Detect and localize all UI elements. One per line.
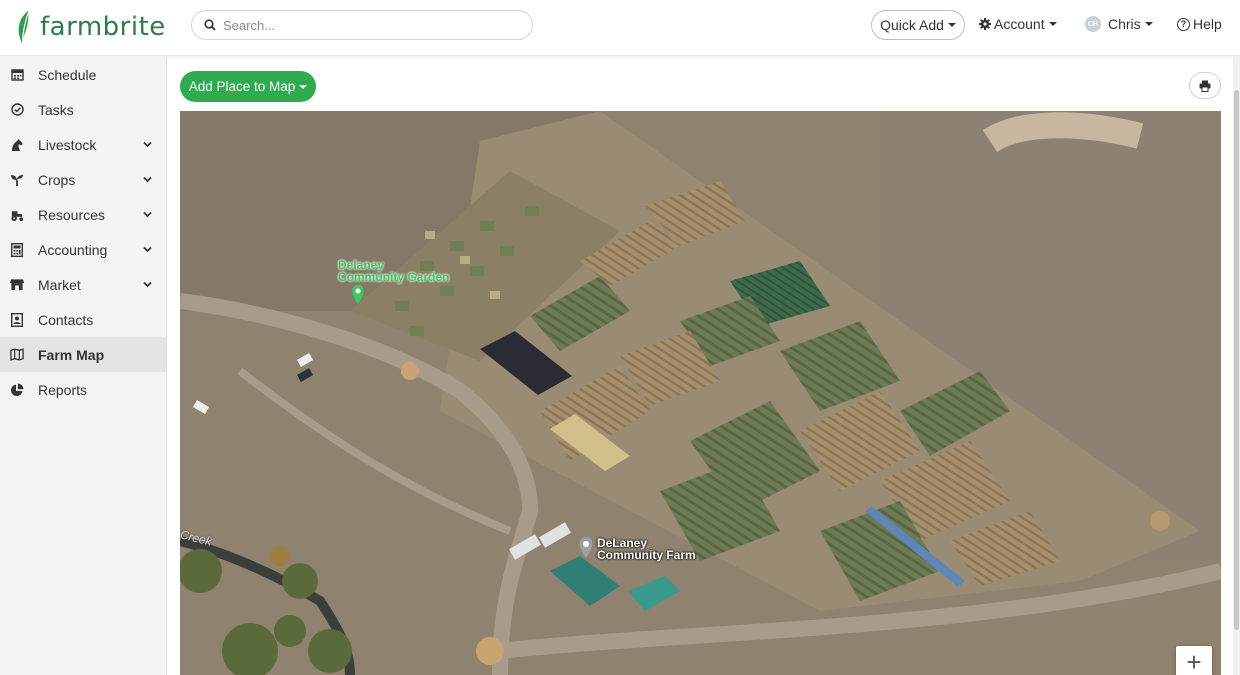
- page-scrollbar[interactable]: [1233, 56, 1240, 675]
- sidebar-item-contacts[interactable]: Contacts: [0, 302, 166, 337]
- map-icon: [10, 348, 24, 362]
- chevron-down-icon: [143, 246, 152, 253]
- horse-icon: [10, 138, 24, 152]
- sidebar-item-label: Market: [38, 276, 81, 293]
- chevron-down-icon: [143, 176, 152, 183]
- sidebar-item-farm-map[interactable]: Farm Map: [0, 337, 166, 372]
- calendar-icon: [10, 68, 24, 82]
- user-menu[interactable]: CH Chris: [1085, 16, 1153, 32]
- aerial-imagery: [180, 111, 1221, 675]
- sidebar-item-reports[interactable]: Reports: [0, 372, 166, 407]
- sidebar-item-accounting[interactable]: Accounting: [0, 232, 166, 267]
- add-place-to-map-button[interactable]: Add Place to Map: [180, 71, 316, 102]
- question-circle-icon: ?: [1177, 17, 1190, 31]
- scrollbar-thumb[interactable]: [1234, 90, 1239, 630]
- gear-icon: [979, 18, 991, 30]
- sidebar-item-label: Reports: [38, 381, 88, 398]
- sidebar-item-label: Crops: [38, 171, 76, 188]
- chevron-down-icon: [143, 281, 152, 288]
- marker-label-line: Community Garden: [338, 270, 450, 284]
- quick-add-label: Quick Add: [880, 17, 944, 33]
- sidebar-item-label: Resources: [38, 206, 105, 223]
- quick-add-button[interactable]: Quick Add: [871, 10, 965, 40]
- chevron-down-icon: [143, 141, 152, 148]
- top-navbar: farmbrite Quick Add Account CH Chris ? H…: [0, 0, 1240, 56]
- marker-label-community-farm[interactable]: DeLaney Community Farm: [597, 537, 696, 561]
- user-name: Chris: [1108, 16, 1141, 32]
- farmbrite-logo[interactable]: farmbrite: [14, 8, 166, 46]
- caret-down-icon: [1144, 22, 1153, 26]
- search-box[interactable]: [191, 10, 533, 40]
- print-icon: [1199, 80, 1211, 92]
- sidebar-item-label: Contacts: [38, 311, 94, 328]
- account-label: Account: [994, 16, 1045, 32]
- help-link[interactable]: ? Help: [1177, 16, 1222, 32]
- caret-down-icon: [299, 84, 308, 89]
- store-icon: [10, 278, 24, 292]
- caret-down-icon: [1048, 22, 1057, 26]
- farm-map-canvas[interactable]: Delaney Community Garden DeLaney Communi…: [180, 111, 1221, 675]
- calculator-icon: [10, 242, 24, 257]
- search-input[interactable]: [223, 17, 523, 33]
- account-menu[interactable]: Account: [979, 16, 1057, 32]
- add-place-label: Add Place to Map: [188, 79, 296, 94]
- sidebar-item-tasks[interactable]: Tasks: [0, 92, 166, 127]
- tractor-icon: [10, 208, 24, 222]
- marker-label-community-garden[interactable]: Delaney Community Garden: [338, 259, 449, 283]
- leaf-logo-icon: [18, 11, 29, 43]
- sidebar-item-label: Livestock: [38, 136, 97, 153]
- print-button[interactable]: [1189, 72, 1221, 99]
- caret-down-icon: [947, 23, 956, 27]
- search-icon: [204, 19, 216, 31]
- sidebar-item-livestock[interactable]: Livestock: [0, 127, 166, 162]
- help-label: Help: [1193, 16, 1222, 32]
- contact-card-icon: [10, 312, 24, 327]
- pie-chart-icon: [10, 383, 24, 397]
- avatar: CH: [1085, 16, 1101, 32]
- sidebar-item-resources[interactable]: Resources: [0, 197, 166, 232]
- sidebar-item-market[interactable]: Market: [0, 267, 166, 302]
- check-circle-icon: [10, 103, 24, 117]
- seedling-icon: [10, 173, 24, 187]
- sidebar: Schedule Tasks Livestock Crops Resources…: [0, 57, 167, 675]
- sidebar-item-label: Tasks: [38, 101, 74, 118]
- sidebar-item-crops[interactable]: Crops: [0, 162, 166, 197]
- sidebar-item-schedule[interactable]: Schedule: [0, 57, 166, 92]
- brand-name: farmbrite: [40, 12, 166, 42]
- zoom-in-button[interactable]: +: [1176, 646, 1212, 675]
- sidebar-item-label: Schedule: [38, 66, 97, 83]
- chevron-down-icon: [143, 211, 152, 218]
- marker-label-line: Community Farm: [597, 548, 696, 562]
- sidebar-item-label: Accounting: [38, 241, 108, 258]
- sidebar-item-label: Farm Map: [38, 346, 105, 363]
